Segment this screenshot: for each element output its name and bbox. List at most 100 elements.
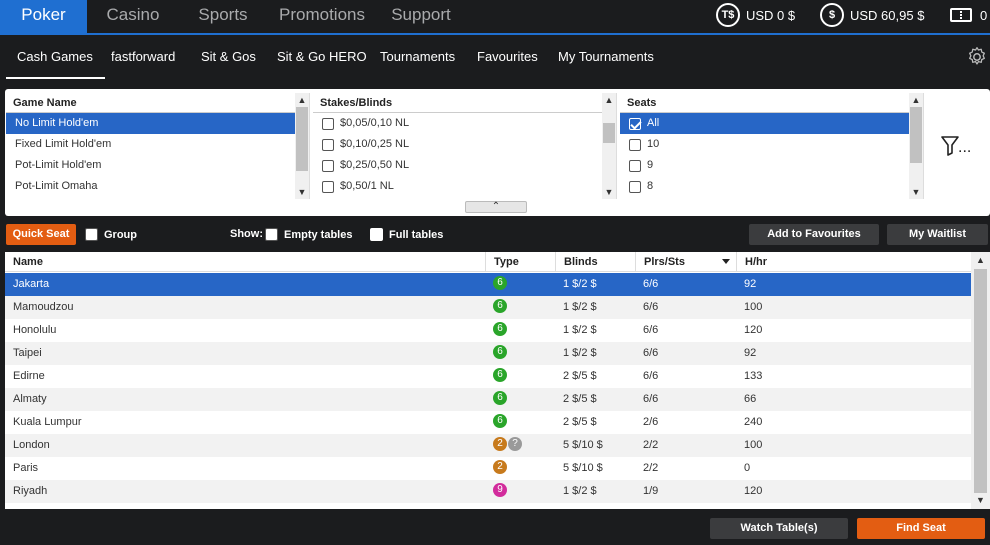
game-type-badge: 6 <box>493 322 507 337</box>
empty-tables-checkbox[interactable] <box>265 228 278 241</box>
checkbox[interactable] <box>629 180 641 193</box>
wallet-tickets-count: 0 <box>980 7 988 23</box>
table-row[interactable]: Taipei 6 1 $/2 $ 6/6 92 <box>5 342 971 365</box>
stakes-item[interactable]: $0,10/0,25 NL <box>313 134 616 155</box>
table-row[interactable]: Edirne 6 2 $/5 $ 6/6 133 <box>5 365 971 388</box>
scroll-up-icon[interactable]: ▲ <box>602 93 616 107</box>
scroll-thumb[interactable] <box>296 107 308 171</box>
full-tables-checkbox[interactable] <box>370 228 383 241</box>
table-row[interactable]: Honolulu 6 1 $/2 $ 6/6 120 <box>5 319 971 342</box>
checkbox[interactable] <box>322 117 334 130</box>
table-type-cell: 6 <box>485 296 507 319</box>
more-filters-button[interactable]: ... <box>941 135 973 157</box>
col-type[interactable]: Type <box>485 252 555 272</box>
table-name-cell: Honolulu <box>13 324 57 336</box>
find-seat-button[interactable]: Find Seat <box>857 518 985 539</box>
tab-my-tournaments[interactable]: My Tournaments <box>558 49 654 64</box>
table-scrollbar[interactable]: ▲ ▼ <box>971 252 990 509</box>
tab-promotions[interactable]: Promotions <box>272 0 372 35</box>
table-type-cell: 6 <box>485 411 507 434</box>
wallet-tdollar[interactable]: T$ USD 0 $ <box>716 2 795 28</box>
game-name-item[interactable]: Pot-Limit Hold'em <box>6 155 309 176</box>
table-row[interactable]: Almaty 6 2 $/5 $ 6/6 66 <box>5 388 971 411</box>
game-type-badge: 6 <box>493 276 507 291</box>
checkbox[interactable] <box>322 159 334 172</box>
game-name-item[interactable]: Fixed Limit Hold'em <box>6 134 309 155</box>
seats-item[interactable]: All <box>620 113 923 134</box>
tab-fastforward[interactable]: fastforward <box>111 49 175 64</box>
stakes-item[interactable]: $0,25/0,50 NL <box>313 155 616 176</box>
table-hands-per-hour-cell: 66 <box>744 393 757 405</box>
group-option[interactable]: Group <box>85 228 137 241</box>
stakes-header: Stakes/Blinds <box>313 93 616 113</box>
add-to-favourites-button[interactable]: Add to Favourites <box>749 224 879 245</box>
sort-desc-icon <box>722 259 730 264</box>
table-type-cell: 6 <box>485 273 507 296</box>
table-row[interactable]: Riyadh 9 1 $/2 $ 1/9 120 <box>5 480 971 503</box>
group-checkbox[interactable] <box>85 228 98 241</box>
scroll-up-icon[interactable]: ▲ <box>909 93 923 107</box>
checkbox[interactable] <box>629 138 641 151</box>
col-players-seats[interactable]: Plrs/Sts <box>635 252 736 272</box>
table-hands-per-hour-cell: 100 <box>744 439 763 451</box>
collapse-filters-button[interactable]: ⌃ <box>465 201 527 213</box>
tab-sit-and-go-hero[interactable]: Sit & Go HERO <box>277 49 367 64</box>
tab-cash-games[interactable]: Cash Games <box>6 49 105 79</box>
table-type-cell: 2 <box>485 457 507 480</box>
table-blinds-cell: 5 $/10 $ <box>563 439 603 451</box>
table-name-cell: London <box>13 439 50 451</box>
seats-item[interactable]: 10 <box>620 134 923 155</box>
stakes-item[interactable]: $0,50/1 NL <box>313 176 616 197</box>
more-filters-ellipsis: ... <box>958 139 972 156</box>
tab-sports[interactable]: Sports <box>188 0 258 35</box>
scroll-thumb[interactable] <box>974 269 987 493</box>
col-blinds[interactable]: Blinds <box>555 252 635 272</box>
checkbox[interactable] <box>322 138 334 151</box>
scroll-down-icon[interactable]: ▼ <box>971 492 990 509</box>
tab-poker[interactable]: Poker <box>0 0 87 35</box>
col-name[interactable]: Name <box>5 252 485 272</box>
table-row[interactable]: Jakarta 6 1 $/2 $ 6/6 92 <box>5 273 971 296</box>
wallet-usd[interactable]: $ USD 60,95 $ <box>820 2 924 28</box>
tab-favourites[interactable]: Favourites <box>477 49 538 64</box>
watch-tables-button[interactable]: Watch Table(s) <box>710 518 848 539</box>
scroll-thumb[interactable] <box>910 107 922 163</box>
checkbox-checked[interactable] <box>629 117 641 130</box>
scroll-up-icon[interactable]: ▲ <box>971 252 990 269</box>
scroll-down-icon[interactable]: ▼ <box>602 185 616 199</box>
scroll-down-icon[interactable]: ▼ <box>295 185 309 199</box>
game-name-item[interactable]: Pot-Limit Omaha <box>6 176 309 197</box>
tab-tournaments[interactable]: Tournaments <box>380 49 455 64</box>
seats-item[interactable]: 8 <box>620 176 923 197</box>
table-row[interactable]: Kuala Lumpur 6 2 $/5 $ 2/6 240 <box>5 411 971 434</box>
empty-tables-option[interactable]: Empty tables <box>265 228 352 241</box>
table-row[interactable]: Paris 2 5 $/10 $ 2/2 0 <box>5 457 971 480</box>
col-hands-per-hour[interactable]: H/hr <box>736 252 971 272</box>
quick-seat-button[interactable]: Quick Seat <box>6 224 76 245</box>
scroll-thumb[interactable] <box>603 123 615 143</box>
table-row[interactable]: Mamoudzou 6 1 $/2 $ 6/6 100 <box>5 296 971 319</box>
stakes-scrollbar[interactable]: ▲ ▼ <box>602 93 616 199</box>
table-row[interactable]: London 2? 5 $/10 $ 2/2 100 <box>5 434 971 457</box>
stakes-item[interactable]: $0,05/0,10 NL <box>313 113 616 134</box>
game-name-item[interactable]: No Limit Hold'em <box>6 113 309 134</box>
seats-scrollbar[interactable]: ▲ ▼ <box>909 93 923 199</box>
full-tables-option[interactable]: Full tables <box>370 228 443 241</box>
tab-casino[interactable]: Casino <box>92 0 174 35</box>
scroll-down-icon[interactable]: ▼ <box>909 185 923 199</box>
group-label: Group <box>104 228 137 241</box>
seats-item[interactable]: 9 <box>620 155 923 176</box>
wallet-tickets[interactable]: 0 <box>950 2 987 28</box>
checkbox[interactable] <box>629 159 641 172</box>
tab-sit-and-gos[interactable]: Sit & Gos <box>201 49 256 64</box>
game-name-list: Game Name No Limit Hold'em Fixed Limit H… <box>6 93 310 199</box>
table-name-cell: Riyadh <box>13 485 48 497</box>
info-icon[interactable]: ? <box>508 437 522 452</box>
game-name-scrollbar[interactable]: ▲ ▼ <box>295 93 309 199</box>
empty-tables-label: Empty tables <box>284 228 353 241</box>
scroll-up-icon[interactable]: ▲ <box>295 93 309 107</box>
tab-support[interactable]: Support <box>384 0 458 35</box>
gear-icon[interactable] <box>966 46 988 68</box>
checkbox[interactable] <box>322 180 334 193</box>
my-waitlist-button[interactable]: My Waitlist <box>887 224 988 245</box>
